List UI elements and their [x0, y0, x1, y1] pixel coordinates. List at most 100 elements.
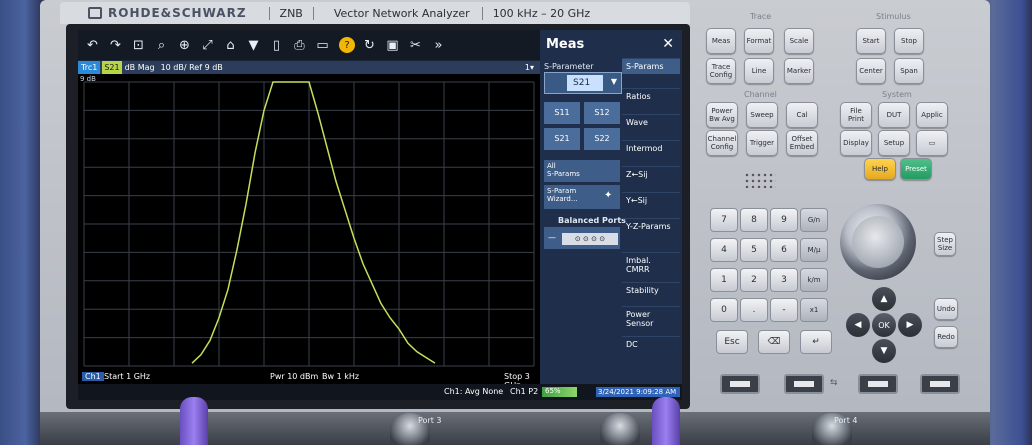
search-icon[interactable]: ⊕ — [174, 35, 195, 55]
key-[interactable]: . — [740, 298, 768, 322]
line-key[interactable]: Line — [744, 58, 774, 84]
esc-key[interactable]: Esc — [716, 330, 748, 354]
preset-key[interactable]: Preset — [900, 158, 932, 180]
settings-icon[interactable]: ✂ — [405, 35, 426, 55]
key-7[interactable]: 7 — [710, 208, 738, 232]
key-1[interactable]: 1 — [710, 268, 738, 292]
channel-config-key[interactable]: Channel Config — [706, 130, 738, 156]
redo-icon[interactable]: ↷ — [105, 35, 126, 55]
delete-icon[interactable]: ▯ — [266, 35, 287, 55]
tab-imbal-cmrr[interactable]: Imbal. CMRR — [622, 252, 680, 277]
backspace-key[interactable]: ⌫ — [758, 330, 790, 354]
key-x1[interactable]: x1 — [800, 298, 828, 322]
display-key[interactable]: Display — [840, 130, 872, 156]
key-9[interactable]: 9 — [770, 208, 798, 232]
home-icon[interactable]: ⌂ — [220, 35, 241, 55]
magnifier-icon[interactable]: ⌕ — [151, 35, 172, 55]
arrow-down-icon[interactable]: ▼ — [872, 339, 896, 363]
ok-button[interactable]: OK — [872, 313, 896, 337]
marker-key[interactable]: Marker — [784, 58, 814, 84]
rotary-knob[interactable] — [840, 204, 916, 280]
undo-key[interactable]: Undo — [934, 298, 958, 320]
start-key[interactable]: Start — [856, 28, 886, 54]
chevron-down-icon[interactable]: 1▾ — [525, 63, 534, 72]
power-level[interactable]: Pwr 10 dBm — [270, 372, 318, 381]
key-[interactable]: - — [770, 298, 798, 322]
arrow-left-icon[interactable]: ◀ — [846, 313, 870, 337]
trace-param[interactable]: S21 — [102, 61, 122, 74]
tab-z-sij[interactable]: Z←Sij — [622, 166, 680, 182]
s12-button[interactable]: S12 — [584, 102, 620, 124]
key-2[interactable]: 2 — [740, 268, 768, 292]
trace-scale[interactable]: 10 dB/ Ref 9 dB — [161, 63, 223, 72]
power-bw-avg-key[interactable]: Power Bw Avg — [706, 102, 738, 128]
tab-power-sensor[interactable]: Power Sensor — [622, 306, 680, 331]
dut-key[interactable]: DUT — [878, 102, 910, 128]
sparam-select[interactable]: S21 ▼ — [544, 72, 622, 94]
tab-stability[interactable]: Stability — [622, 282, 680, 298]
knob-cap[interactable] — [852, 216, 904, 268]
format-key[interactable]: Format — [744, 28, 774, 54]
s11-button[interactable]: S11 — [544, 102, 580, 124]
redo-key[interactable]: Redo — [934, 326, 958, 348]
tab-y-z-params[interactable]: Y-Z-Params — [622, 218, 680, 234]
arrow-up-icon[interactable]: ▲ — [872, 287, 896, 311]
fullscreen-icon[interactable]: ⤢ — [197, 35, 218, 55]
trace-tag[interactable]: Trc1 — [78, 61, 101, 74]
cal-key[interactable]: Cal — [786, 102, 818, 128]
display-icon[interactable]: ▭ — [312, 35, 333, 55]
chevron-down-icon[interactable]: ▼ — [611, 77, 617, 86]
file-print-key[interactable]: File Print — [840, 102, 872, 128]
window-icon[interactable]: ▭ — [916, 130, 948, 156]
tab-s-params[interactable]: S-Params — [622, 58, 680, 74]
scale-key[interactable]: Scale — [784, 28, 814, 54]
start-freq[interactable]: Start 1 GHz — [104, 372, 150, 381]
bandwidth[interactable]: Bw 1 kHz — [322, 372, 359, 381]
span-key[interactable]: Span — [894, 58, 924, 84]
refresh-icon[interactable]: ↻ — [359, 35, 380, 55]
enter-key[interactable]: ↵ — [800, 330, 832, 354]
applic-key[interactable]: Applic — [916, 102, 948, 128]
trace-format[interactable]: dB Mag — [125, 63, 155, 72]
key-km[interactable]: k/m — [800, 268, 828, 292]
trace-info-bar[interactable]: Trc1 S21 dB Mag 10 dB/ Ref 9 dB 1▾ — [78, 61, 540, 74]
undo-icon[interactable]: ↶ — [82, 35, 103, 55]
key-8[interactable]: 8 — [740, 208, 768, 232]
key-4[interactable]: 4 — [710, 238, 738, 262]
trace-config-key[interactable]: Trace Config — [706, 58, 736, 84]
screenshot-icon[interactable]: ▣ — [382, 35, 403, 55]
sweep-key[interactable]: Sweep — [746, 102, 778, 128]
key-6[interactable]: 6 — [770, 238, 798, 262]
close-icon[interactable]: ✕ — [662, 36, 674, 52]
s22-button[interactable]: S22 — [584, 128, 620, 150]
tab-dc[interactable]: DC — [622, 336, 680, 352]
tab-ratios[interactable]: Ratios — [622, 88, 680, 104]
tab-wave[interactable]: Wave — [622, 114, 680, 130]
channel-tag[interactable]: Ch1 — [82, 372, 104, 381]
trigger-key[interactable]: Trigger — [746, 130, 778, 156]
tab-y-sij[interactable]: Y←Sij — [622, 192, 680, 208]
tab-intermod[interactable]: Intermod — [622, 140, 680, 156]
trace-plot[interactable]: 9 dB — [78, 74, 540, 370]
balanced-ports-config[interactable]: — ⊙ ⊙ ⊙ ⊙ — [544, 227, 620, 249]
port-dots[interactable]: ⊙ ⊙ ⊙ ⊙ — [562, 233, 618, 245]
help-icon[interactable]: ? — [339, 37, 355, 53]
all-sparams-button[interactable]: All S-Params — [544, 160, 620, 182]
key-M[interactable]: M/µ — [800, 238, 828, 262]
key-Gn[interactable]: G/n — [800, 208, 828, 232]
sparam-value[interactable]: S21 — [567, 75, 603, 91]
s21-button[interactable]: S21 — [544, 128, 580, 150]
key-0[interactable]: 0 — [710, 298, 738, 322]
meas-key[interactable]: Meas — [706, 28, 736, 54]
center-key[interactable]: Center — [856, 58, 886, 84]
offset-embed-key[interactable]: Offset Embed — [786, 130, 818, 156]
step-size-key[interactable]: Step Size — [934, 232, 956, 256]
setup-key[interactable]: Setup — [878, 130, 910, 156]
key-3[interactable]: 3 — [770, 268, 798, 292]
key-5[interactable]: 5 — [740, 238, 768, 262]
arrow-right-icon[interactable]: ▶ — [898, 313, 922, 337]
marker-icon[interactable]: ▼ — [243, 35, 264, 55]
print-icon[interactable]: ⎙ — [289, 35, 310, 55]
more-icon[interactable]: » — [428, 35, 449, 55]
stop-key[interactable]: Stop — [894, 28, 924, 54]
